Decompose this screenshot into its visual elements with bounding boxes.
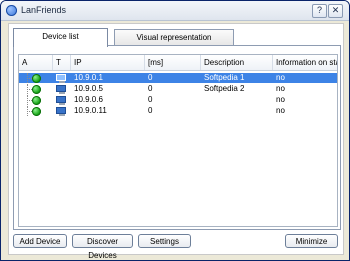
- description-cell: Softpedia 1: [204, 73, 245, 82]
- close-button[interactable]: ✕: [328, 4, 343, 18]
- main-content: Device list Visual representation A T IP…: [8, 23, 344, 260]
- help-button[interactable]: ?: [312, 4, 327, 18]
- column-header-t[interactable]: T: [53, 55, 71, 70]
- ping-cell: 0: [148, 84, 153, 93]
- minimize-button[interactable]: Minimize: [285, 234, 338, 248]
- online-status-icon: [32, 74, 41, 83]
- tab-device-list[interactable]: Device list: [13, 28, 108, 47]
- discover-devices-button[interactable]: Discover Devices: [72, 234, 133, 260]
- state-cell: no: [276, 106, 285, 115]
- device-row[interactable]: 10.9.0.11 0 no: [19, 106, 337, 116]
- computer-icon: [56, 107, 66, 116]
- device-grid[interactable]: A T IP [ms] Description Information on s…: [18, 54, 338, 227]
- column-header-a[interactable]: A: [19, 55, 53, 70]
- computer-icon: [56, 74, 66, 83]
- app-window: LanFriends ? ✕ Device list Visual repres…: [0, 0, 350, 261]
- online-status-icon: [32, 96, 41, 105]
- column-header-ms[interactable]: [ms]: [145, 55, 201, 70]
- device-row[interactable]: 10.9.0.5 0 Softpedia 2 no: [19, 84, 337, 94]
- description-cell: [201, 106, 273, 116]
- state-cell: no: [276, 73, 285, 82]
- column-header-information[interactable]: Information on state c: [273, 55, 337, 70]
- ip-cell: 10.9.0.1: [74, 73, 103, 82]
- ping-cell: 0: [148, 95, 153, 104]
- window-title: LanFriends: [21, 5, 67, 15]
- ip-cell: 10.9.0.11: [74, 106, 107, 115]
- state-cell: no: [276, 95, 285, 104]
- add-device-button[interactable]: Add Device: [13, 234, 67, 248]
- device-row[interactable]: 10.9.0.1 0 Softpedia 1 no: [19, 73, 337, 83]
- title-bar[interactable]: LanFriends ? ✕: [1, 1, 349, 21]
- device-row[interactable]: 10.9.0.6 0 no: [19, 95, 337, 105]
- column-header-ip[interactable]: IP: [71, 55, 145, 70]
- online-status-icon: [32, 85, 41, 94]
- description-cell: [201, 95, 273, 105]
- ip-cell: 10.9.0.5: [74, 84, 103, 93]
- tab-visual-representation[interactable]: Visual representation: [114, 29, 234, 46]
- ping-cell: 0: [148, 106, 153, 115]
- app-icon: [6, 5, 17, 16]
- state-cell: no: [276, 84, 285, 93]
- description-cell: Softpedia 2: [204, 84, 245, 93]
- settings-button[interactable]: Settings: [138, 234, 191, 248]
- device-list-panel: A T IP [ms] Description Information on s…: [13, 45, 341, 230]
- ip-cell: 10.9.0.6: [74, 95, 103, 104]
- computer-icon: [56, 85, 66, 94]
- computer-icon: [56, 96, 66, 105]
- column-header-description[interactable]: Description: [201, 55, 273, 70]
- grid-header: A T IP [ms] Description Information on s…: [19, 55, 337, 71]
- ping-cell: 0: [148, 73, 153, 82]
- online-status-icon: [32, 107, 41, 116]
